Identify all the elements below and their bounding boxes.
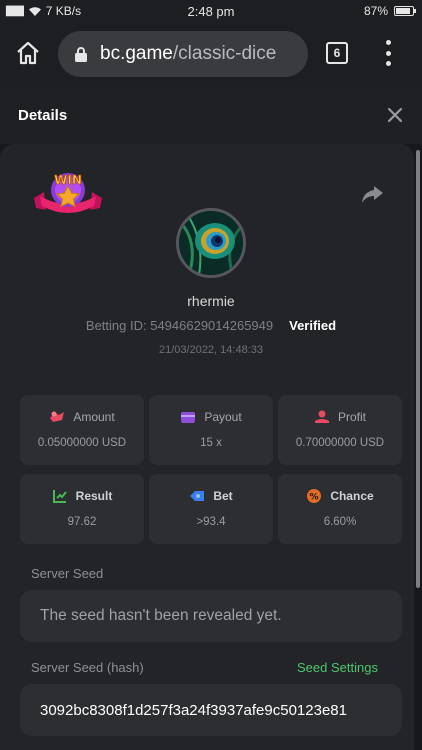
result-icon xyxy=(52,490,67,503)
stat-chance-value: 6.60% xyxy=(323,516,357,528)
server-seed-hash-field[interactable]: 3092bc8308f1d257f3a24f3937afe9c50123e81 xyxy=(20,684,402,736)
clock: 2:48 pm xyxy=(187,4,235,19)
stat-amount-value: 0.05000000 USD xyxy=(37,437,127,449)
url-domain: bc.game xyxy=(100,43,173,64)
battery-level xyxy=(396,8,410,14)
bet-icon xyxy=(190,491,205,501)
bet-timestamp: 21/03/2022, 14:48:33 xyxy=(159,344,263,356)
verified-label[interactable]: Verified xyxy=(289,318,336,333)
stat-result-label: Result xyxy=(75,489,113,503)
stat-result-value: 97.62 xyxy=(67,516,97,528)
browser-toolbar: bc.game/classic-dice 6 xyxy=(0,22,422,88)
stat-amount-head: Amount xyxy=(20,409,144,425)
stat-profit: Profit 0.70000000 USD xyxy=(278,395,402,465)
close-icon[interactable] xyxy=(386,106,404,124)
win-badge-icon: WIN xyxy=(34,173,102,213)
status-right: 87% xyxy=(363,4,416,18)
win-badge-label: WIN xyxy=(54,173,82,187)
stat-bet-value: >93.4 xyxy=(196,516,226,528)
stat-bet: Bet >93.4 xyxy=(149,474,273,544)
status-bar: ▉▉▉ 7 KB/s 2:48 pm 87% xyxy=(0,0,422,22)
amount-icon xyxy=(50,411,65,422)
address-bar[interactable]: bc.game/classic-dice xyxy=(58,31,308,77)
profit-icon xyxy=(314,410,329,423)
home-button[interactable] xyxy=(12,37,44,69)
stat-profit-label: Profit xyxy=(337,410,366,424)
stat-chance-head: % Chance xyxy=(278,488,402,504)
stat-payout-head: Payout xyxy=(149,409,273,425)
avatar[interactable] xyxy=(176,208,246,278)
stat-chance: % Chance 6.60% xyxy=(278,474,402,544)
seed-settings-link[interactable]: Seed Settings xyxy=(297,660,378,675)
tab-switcher-button[interactable]: 6 xyxy=(326,42,348,64)
stat-amount: Amount 0.05000000 USD xyxy=(20,395,144,465)
menu-dot-icon xyxy=(385,40,391,45)
url-path: /classic-dice xyxy=(172,43,277,64)
stat-result: Result 97.62 xyxy=(20,474,144,544)
stat-profit-head: Profit xyxy=(278,409,402,425)
server-seed-label: Server Seed xyxy=(31,566,104,581)
home-icon xyxy=(17,41,39,65)
stat-bet-head: Bet xyxy=(149,488,273,504)
menu-dot-icon xyxy=(385,61,391,66)
betting-id: Betting ID: 54946629014265949 xyxy=(85,318,274,333)
stat-payout: Payout 15 x xyxy=(149,395,273,465)
share-icon[interactable] xyxy=(360,184,384,204)
stat-payout-value: 15 x xyxy=(200,437,222,449)
stat-bet-label: Bet xyxy=(213,489,233,503)
dialog-title: Details xyxy=(18,107,68,124)
chance-icon: % xyxy=(307,489,322,503)
stat-chance-label: Chance xyxy=(330,489,374,503)
peacock-feather-image xyxy=(179,211,243,275)
battery-percent: 87% xyxy=(363,4,388,18)
server-seed-hash-label: Server Seed (hash) xyxy=(31,660,144,675)
details-header: Details xyxy=(0,88,422,144)
betting-id-row: Betting ID: 54946629014265949 Verified xyxy=(0,318,422,333)
username[interactable]: rhermie xyxy=(0,293,422,309)
stat-amount-label: Amount xyxy=(73,410,115,424)
server-seed-field[interactable]: The seed hasn't been revealed yet. xyxy=(20,590,402,642)
browser-menu-button[interactable] xyxy=(380,40,396,66)
stat-result-head: Result xyxy=(20,488,144,504)
lock-icon xyxy=(75,47,87,62)
menu-dot-icon xyxy=(385,50,391,56)
stat-payout-label: Payout xyxy=(204,410,242,424)
payout-icon xyxy=(181,412,196,423)
scrollbar[interactable] xyxy=(416,150,420,588)
url-text: bc.game/classic-dice xyxy=(100,43,276,65)
svg-text:%: % xyxy=(310,493,319,503)
battery-icon xyxy=(394,6,416,16)
stat-profit-value: 0.70000000 USD xyxy=(295,437,385,449)
